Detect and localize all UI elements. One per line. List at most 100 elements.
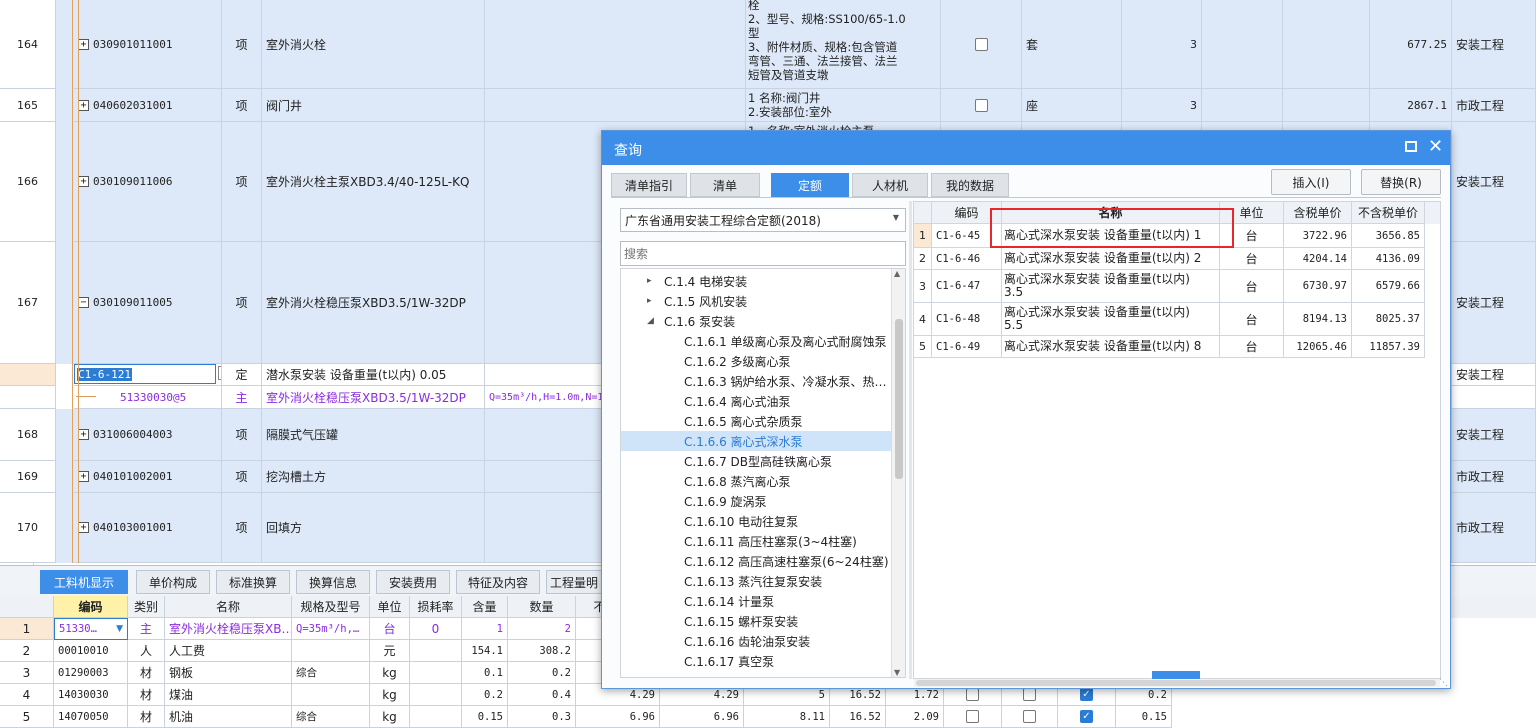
bottom-cell[interactable]: 人工费 <box>165 640 292 662</box>
tree-node[interactable]: C.1.6.12 高压高速柱塞泵(6~24柱塞) <box>621 551 892 571</box>
bottom-cell[interactable]: 0.4 <box>508 684 576 706</box>
tree-node[interactable]: C.1.6.16 齿轮油泵安装 <box>621 631 892 651</box>
output-checkbox[interactable] <box>974 37 988 51</box>
bottom-cell[interactable] <box>410 706 462 728</box>
bottom-header-cell[interactable]: 类别 <box>128 596 165 618</box>
bottom-cell[interactable]: 1 <box>462 618 508 640</box>
bottom-tab[interactable]: 特征及内容 <box>456 570 540 594</box>
tree-node[interactable]: C.1.6.15 螺杆泵安装 <box>621 611 892 631</box>
tree-node[interactable]: C.1.6.5 离心式杂质泵 <box>621 411 892 431</box>
code-cell[interactable]: +030109011006 <box>74 122 222 242</box>
bottom-tab[interactable]: 换算信息 <box>296 570 370 594</box>
checkbox[interactable] <box>966 688 979 701</box>
dialog-tab[interactable]: 清单 <box>690 173 760 197</box>
bottom-cell[interactable]: Q=35m³/h,… <box>292 618 370 640</box>
results-hscroll-thumb[interactable] <box>916 680 1436 686</box>
bottom-header-cell[interactable]: 规格及型号 <box>292 596 370 618</box>
bottom-cell[interactable] <box>292 640 370 662</box>
code-cell[interactable]: +031006004003 <box>74 409 222 461</box>
tree-node[interactable]: C.1.6.8 蒸汽离心泵 <box>621 471 892 491</box>
bottom-cell[interactable]: 0.2 <box>508 662 576 684</box>
results-header-cell[interactable]: 不含税单价 <box>1352 202 1425 224</box>
code-cell[interactable]: +040101002001 <box>74 461 222 493</box>
tree-scrollbar[interactable]: ▲ ▼ <box>891 269 905 677</box>
query-dialog[interactable]: 查询 ✕ 插入(I) 替换(R) 广东省通用安装工程综合定额(2018) ▼ ▸… <box>601 130 1451 689</box>
bottom-cell[interactable] <box>410 662 462 684</box>
expand-icon[interactable]: + <box>78 176 89 187</box>
output-checkbox[interactable] <box>974 98 988 112</box>
bottom-cell[interactable]: 室外消火栓稳压泵XB… <box>165 618 292 640</box>
bottom-cell[interactable]: 台 <box>370 618 410 640</box>
resize-grip-icon[interactable]: ⋱ <box>1439 678 1448 688</box>
expand-arrow-icon[interactable]: ◢ <box>647 316 654 326</box>
bottom-cell[interactable]: 材 <box>128 706 165 728</box>
results-name-cell[interactable]: 离心式深水泵安装 设备重量(t以内) 5.5 <box>1002 303 1220 336</box>
chevron-down-icon[interactable]: ▼ <box>116 624 123 634</box>
results-header-cell[interactable]: 含税单价 <box>1284 202 1352 224</box>
code-cell[interactable]: +040602031001 <box>74 89 222 122</box>
bottom-cell[interactable]: 0.2 <box>462 684 508 706</box>
results-name-cell[interactable]: 离心式深水泵安装 设备重量(t以内) 2 <box>1002 248 1220 270</box>
results-code-cell[interactable]: C1-6-49 <box>932 336 1002 358</box>
bottom-cell[interactable]: 综合 <box>292 706 370 728</box>
bottom-cell[interactable]: 14070050 <box>54 706 128 728</box>
dialog-tab[interactable]: 我的数据 <box>931 173 1009 197</box>
bottom-cell[interactable] <box>410 640 462 662</box>
checkbox[interactable] <box>1023 688 1036 701</box>
bottom-cell[interactable]: 2 <box>508 618 576 640</box>
tree-node[interactable]: C.1.6.10 电动往复泵 <box>621 511 892 531</box>
results-code-cell[interactable]: C1-6-47 <box>932 270 1002 303</box>
dialog-titlebar[interactable]: 查询 ✕ <box>602 131 1450 165</box>
bottom-cell[interactable]: 材 <box>128 662 165 684</box>
code-cell[interactable]: +040103001001 <box>74 493 222 563</box>
tree-node[interactable]: ◢ C.1.6 泵安装 <box>621 311 892 331</box>
bottom-cell[interactable]: 0.15 <box>462 706 508 728</box>
dialog-tab[interactable]: 清单指引 <box>611 173 687 197</box>
table-row[interactable]: 164 +030901011001 项 室外消火栓 栓 2、型号、规格:SS100/65-… <box>0 0 1536 89</box>
bottom-header-cell[interactable]: 损耗率 <box>410 596 462 618</box>
results-hscrollbar[interactable] <box>914 679 1440 687</box>
bottom-cell[interactable]: 人 <box>128 640 165 662</box>
bottom-check-cell[interactable] <box>1002 706 1058 728</box>
bottom-cell[interactable]: 材 <box>128 684 165 706</box>
bottom-cell[interactable]: 154.1 <box>462 640 508 662</box>
results-name-cell[interactable]: 离心式深水泵安装 设备重量(t以内) 3.5 <box>1002 270 1220 303</box>
bottom-cell[interactable]: 308.2 <box>508 640 576 662</box>
close-icon[interactable]: ✕ <box>1428 136 1443 157</box>
bottom-check-cell[interactable] <box>944 706 1002 728</box>
bottom-tab[interactable]: 工料机显示 <box>40 570 128 594</box>
bottom-cell[interactable]: 0.3 <box>508 706 576 728</box>
results-name-cell[interactable]: 离心式深水泵安装 设备重量(t以内) 8 <box>1002 336 1220 358</box>
bottom-cell[interactable]: 主 <box>128 618 165 640</box>
bottom-cell[interactable]: 51330… ▼ <box>54 618 128 640</box>
scroll-up-icon[interactable]: ▲ <box>894 269 900 278</box>
code-editor[interactable]: C1-6-121 <box>74 364 216 384</box>
bottom-cell[interactable]: 01290003 <box>54 662 128 684</box>
dialog-tab[interactable]: 人材机 <box>852 173 928 197</box>
checked-checkbox[interactable]: ✓ <box>1080 688 1093 701</box>
tree-node[interactable]: C.1.6.4 离心式油泵 <box>621 391 892 411</box>
bottom-header-cell[interactable]: 含量 <box>462 596 508 618</box>
tree-node[interactable]: C.1.6.17 真空泵 <box>621 651 892 671</box>
category-tree[interactable]: ▸ C.1.4 电梯安装 ▸ C.1.5 风机安装 ◢ C.1.6 泵安装 C.1.6.1 … <box>620 268 906 678</box>
tree-node[interactable]: C.1.6.11 高压柱塞泵(3~4柱塞) <box>621 531 892 551</box>
results-code-cell[interactable]: C1-6-48 <box>932 303 1002 336</box>
bottom-cell[interactable]: kg <box>370 684 410 706</box>
bottom-cell[interactable]: 14030030 <box>54 684 128 706</box>
bottom-cell[interactable]: 00010010 <box>54 640 128 662</box>
bottom-cell[interactable]: 钢板 <box>165 662 292 684</box>
bottom-header-cell[interactable]: 数量 <box>508 596 576 618</box>
bottom-cell[interactable]: kg <box>370 662 410 684</box>
code-cell[interactable]: −030109011005 <box>74 242 222 364</box>
bottom-tab[interactable]: 单价构成 <box>136 570 210 594</box>
scroll-down-icon[interactable]: ▼ <box>894 668 900 677</box>
checked-checkbox[interactable]: ✓ <box>1080 710 1093 723</box>
expand-icon[interactable]: + <box>78 522 89 533</box>
output-checkbox-cell[interactable] <box>941 0 1022 89</box>
bottom-header-cell[interactable]: 单位 <box>370 596 410 618</box>
insert-button[interactable]: 插入(I) <box>1271 169 1351 195</box>
expand-icon[interactable]: − <box>78 297 89 308</box>
code-cell[interactable]: 51330030@5 <box>74 386 222 409</box>
bottom-cell[interactable]: 综合 <box>292 662 370 684</box>
expand-icon[interactable]: + <box>78 38 89 50</box>
